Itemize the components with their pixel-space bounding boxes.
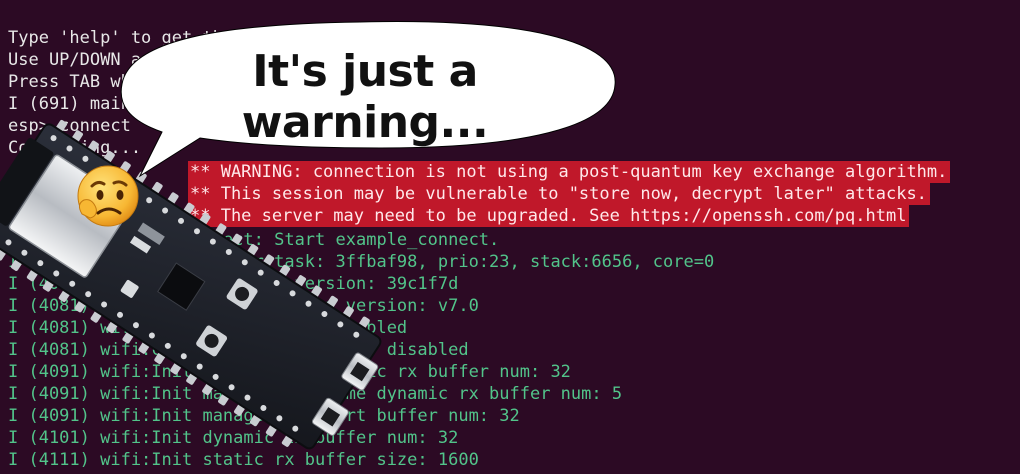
bubble-caption: It's just a warning... — [241, 46, 489, 148]
